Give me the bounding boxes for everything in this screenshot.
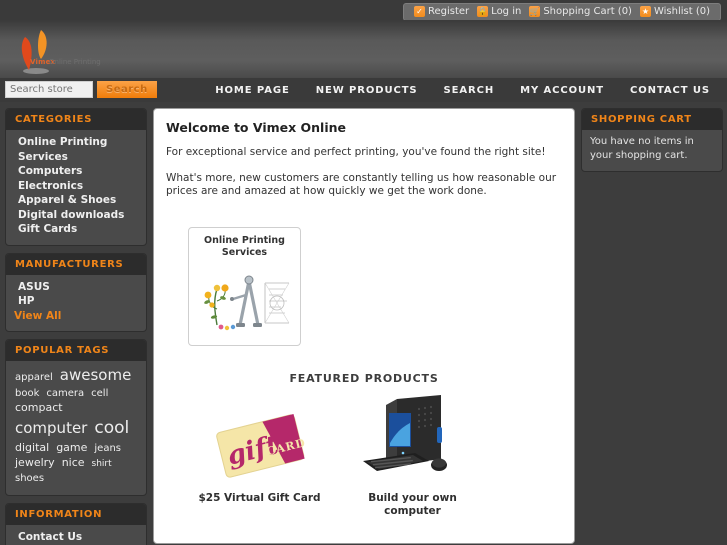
lock-icon: 🔒 — [477, 6, 489, 17]
main-content: Welcome to Vimex Online For exceptional … — [153, 108, 575, 544]
sidebar-item-services[interactable]: Services — [14, 150, 138, 165]
tag-cool[interactable]: cool — [94, 418, 129, 438]
header-link-shopping-cart[interactable]: 🛒 Shopping Cart (0) — [525, 6, 636, 17]
tag-game[interactable]: game — [56, 441, 87, 455]
desktop-computer-image — [362, 394, 447, 471]
manufacturer-item-asus[interactable]: ASUS — [14, 280, 138, 295]
block-categories-body: Online Printing Services Computers Elect… — [6, 130, 146, 245]
category-tile-title-line2: Services — [221, 246, 268, 258]
tag-shirt[interactable]: shirt — [92, 459, 112, 470]
printing-illustration-image — [194, 264, 295, 335]
featured-products-list: gift CARD $25 Virtual Gift Card Build yo… — [166, 393, 562, 518]
search-input[interactable] — [5, 81, 93, 98]
header-link-login-label: Log in — [491, 6, 522, 17]
star-icon: ★ — [639, 6, 651, 17]
block-manufacturers: MANUFACTURERS ASUS HP View All — [5, 252, 147, 332]
page-title: Welcome to Vimex Online — [166, 120, 346, 135]
site-header: Vimex Online Printing — [0, 20, 727, 78]
right-sidebar: SHOPPING CART You have no items in your … — [581, 108, 723, 544]
logo-tagline: Online Printing — [49, 58, 101, 66]
category-tile-title: Online Printing Services — [193, 235, 296, 259]
product-image-wrapper: gift CARD — [192, 393, 327, 485]
header-link-wishlist[interactable]: ★ Wishlist (0) — [636, 6, 714, 17]
nav-strip: Search HOME PAGE NEW PRODUCTS SEARCH MY … — [0, 78, 727, 102]
tag-jewelry[interactable]: jewelry — [15, 456, 55, 470]
welcome-paragraph-1: For exceptional service and perfect prin… — [166, 146, 546, 158]
tag-apparel[interactable]: apparel — [15, 372, 53, 384]
block-categories-title: CATEGORIES — [6, 109, 146, 130]
tag-jeans[interactable]: jeans — [94, 443, 121, 455]
tag-computer[interactable]: computer — [15, 420, 87, 438]
main-menu: HOME PAGE NEW PRODUCTS SEARCH MY ACCOUNT… — [202, 78, 723, 102]
top-bar: ✓ Register 🔒 Log in 🛒 Shopping Cart (0) … — [0, 0, 727, 21]
shopping-cart-empty-text: You have no items in your shopping cart. — [590, 136, 694, 161]
tag-book[interactable]: book — [15, 388, 39, 400]
sidebar-item-gift-cards[interactable]: Gift Cards — [14, 222, 138, 237]
page-body: CATEGORIES Online Printing Services Comp… — [0, 102, 727, 545]
block-shopping-cart-body: You have no items in your shopping cart. — [582, 130, 722, 171]
header-link-wishlist-label: Wishlist (0) — [653, 6, 710, 17]
header-links: ✓ Register 🔒 Log in 🛒 Shopping Cart (0) … — [403, 3, 721, 21]
header-link-register-label: Register — [428, 6, 470, 17]
product-image-wrapper — [345, 393, 480, 485]
block-information-body: Contact Us About Us New products — [6, 525, 146, 545]
block-shopping-cart-title: SHOPPING CART — [582, 109, 722, 130]
block-manufacturers-body: ASUS HP View All — [6, 275, 146, 332]
block-manufacturers-title: MANUFACTURERS — [6, 253, 146, 275]
product-item-build-your-own-computer[interactable]: Build your own computer — [345, 393, 480, 518]
block-information: INFORMATION Contact Us About Us New prod… — [5, 503, 147, 545]
manufacturers-view-all-link[interactable]: View All — [14, 309, 138, 324]
category-tile-title-line1: Online Printing — [204, 234, 285, 246]
tag-nice[interactable]: nice — [62, 456, 85, 470]
main-content-column: Welcome to Vimex Online For exceptional … — [153, 108, 575, 544]
header-link-shopping-cart-label: Shopping Cart (0) — [543, 6, 632, 17]
category-tile-online-printing-services[interactable]: Online Printing Services — [188, 226, 301, 346]
gift-card-image: gift CARD — [215, 413, 307, 478]
search-button[interactable]: Search — [97, 81, 157, 98]
info-item-contact-us[interactable]: Contact Us — [14, 530, 138, 545]
menu-item-my-account[interactable]: MY ACCOUNT — [507, 85, 617, 96]
tag-cell[interactable]: cell — [91, 388, 108, 400]
sidebar-item-computers[interactable]: Computers — [14, 164, 138, 179]
tag-cloud: apparel awesome book camera cell compact… — [11, 365, 140, 489]
block-popular-tags: POPULAR TAGS apparel awesome book camera… — [5, 339, 147, 497]
check-icon: ✓ — [414, 6, 425, 17]
block-shopping-cart: SHOPPING CART You have no items in your … — [581, 108, 723, 172]
tag-camera[interactable]: camera — [46, 388, 84, 400]
product-name-build-your-own-computer: Build your own computer — [368, 491, 457, 517]
search-box: Search — [5, 81, 157, 98]
block-popular-tags-body: apparel awesome book camera cell compact… — [6, 361, 146, 495]
featured-products-heading: FEATURED PRODUCTS — [289, 371, 439, 385]
sidebar-item-electronics[interactable]: Electronics — [14, 179, 138, 194]
welcome-paragraph-2: What's more, new customers are constantl… — [166, 171, 557, 198]
tag-shoes[interactable]: shoes — [15, 473, 44, 485]
cart-icon: 🛒 — [529, 6, 541, 17]
block-popular-tags-title: POPULAR TAGS — [6, 340, 146, 361]
site-logo[interactable] — [8, 26, 64, 76]
menu-item-search[interactable]: SEARCH — [431, 85, 508, 96]
sidebar-item-apparel-shoes[interactable]: Apparel & Shoes — [14, 193, 138, 208]
sidebar-item-digital-downloads[interactable]: Digital downloads — [14, 208, 138, 223]
header-link-login[interactable]: 🔒 Log in — [473, 6, 525, 17]
product-name-gift-card: $25 Virtual Gift Card — [198, 491, 321, 504]
tag-awesome[interactable]: awesome — [60, 366, 132, 385]
block-categories: CATEGORIES Online Printing Services Comp… — [5, 108, 147, 246]
block-information-title: INFORMATION — [6, 504, 146, 526]
sidebar-item-online-printing[interactable]: Online Printing — [14, 135, 138, 150]
left-sidebar: CATEGORIES Online Printing Services Comp… — [5, 108, 147, 545]
product-item-gift-card[interactable]: gift CARD $25 Virtual Gift Card — [192, 393, 327, 518]
menu-item-contact-us[interactable]: CONTACT US — [617, 85, 723, 96]
manufacturer-item-hp[interactable]: HP — [14, 294, 138, 309]
menu-item-home-page[interactable]: HOME PAGE — [202, 85, 302, 96]
header-link-register[interactable]: ✓ Register — [410, 6, 473, 17]
menu-item-new-products[interactable]: NEW PRODUCTS — [303, 85, 431, 96]
tag-compact[interactable]: compact — [15, 402, 63, 415]
tag-digital[interactable]: digital — [15, 441, 49, 455]
